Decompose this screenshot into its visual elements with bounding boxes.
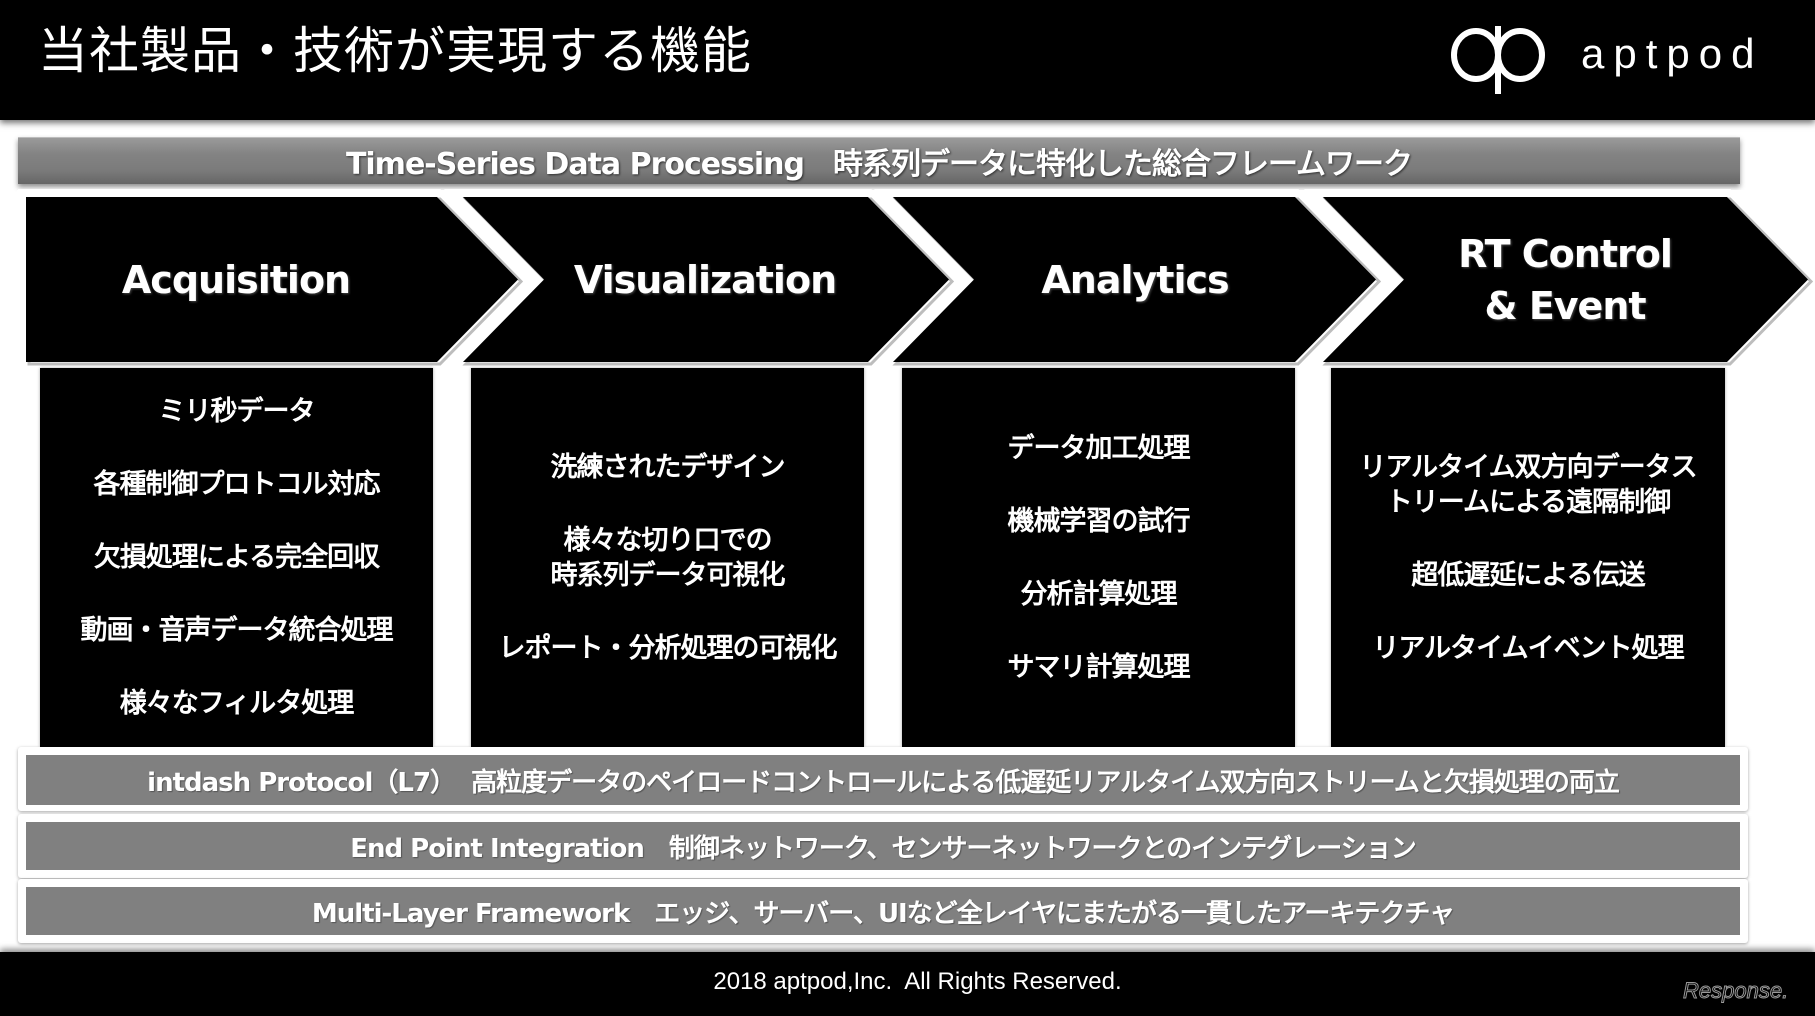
feature-item: 様々なフィルタ処理 bbox=[119, 688, 354, 719]
feature-item: 機械学習の試行 bbox=[1007, 505, 1191, 537]
feature-box-rt-control: リアルタイム双方向データス トリームによる遠隔制御 超低遅延による伝送 リアルタ… bbox=[1331, 368, 1725, 747]
layer-label: End Point Integration 制御ネットワーク、センサーネットワー… bbox=[350, 833, 1417, 864]
feature-item: 分析計算処理 bbox=[1020, 578, 1178, 610]
copyright-text: 2018 aptpod,Inc. All Rights Reserved. bbox=[713, 968, 1122, 995]
layer-bar-multilayer: Multi-Layer Framework エッジ、サーバー、UIなど全レイヤに… bbox=[26, 887, 1740, 935]
feature-box-visualization: 洗練されたデザイン 様々な切り口での 時系列データ可視化 レポート・分析処理の可… bbox=[471, 368, 864, 747]
stage-title-analytics: Analytics bbox=[935, 197, 1335, 362]
response-watermark: Response. bbox=[1682, 978, 1789, 1004]
slide-footer: 2018 aptpod,Inc. All Rights Reserved. Re… bbox=[0, 952, 1815, 1016]
layer-bar-endpoint: End Point Integration 制御ネットワーク、センサーネットワー… bbox=[26, 822, 1740, 870]
feature-item: 様々な切り口での 時系列データ可視化 bbox=[550, 524, 786, 591]
feature-item: レポート・分析処理の可視化 bbox=[498, 632, 838, 664]
feature-item: 動画・音声データ統合処理 bbox=[80, 615, 394, 646]
stage-title-text: Analytics bbox=[1041, 257, 1229, 302]
stage-title-text: Visualization bbox=[573, 257, 837, 302]
layer-bar-protocol: intdash Protocol（L7） 高粒度データのペイロードコントロールに… bbox=[26, 755, 1740, 805]
feature-item: 各種制御プロトコル対応 bbox=[93, 469, 381, 500]
layer-label: intdash Protocol（L7） 高粒度データのペイロードコントロールに… bbox=[147, 767, 1620, 798]
feature-item: リアルタイム双方向データス トリームによる遠隔制御 bbox=[1359, 451, 1697, 518]
stage-title-text: Acquisition bbox=[121, 257, 351, 302]
feature-item: 超低遅延による伝送 bbox=[1411, 559, 1645, 591]
stage-title-rt-control: RT Control & Event bbox=[1365, 197, 1765, 362]
feature-item: リアルタイムイベント処理 bbox=[1372, 632, 1684, 664]
feature-item: 洗練されたデザイン bbox=[550, 451, 786, 483]
stage-title-line: & Event bbox=[1484, 283, 1646, 328]
feature-item: サマリ計算処理 bbox=[1007, 651, 1191, 683]
feature-box-acquisition: ミリ秒データ 各種制御プロトコル対応 欠損処理による完全回収 動画・音声データ統… bbox=[40, 368, 433, 747]
layer-label: Multi-Layer Framework エッジ、サーバー、UIなど全レイヤに… bbox=[311, 898, 1455, 929]
feature-item: データ加工処理 bbox=[1007, 432, 1191, 464]
feature-item: ミリ秒データ bbox=[158, 396, 316, 427]
feature-box-analytics: データ加工処理 機械学習の試行 分析計算処理 サマリ計算処理 bbox=[902, 368, 1295, 747]
stage-title-visualization: Visualization bbox=[505, 197, 905, 362]
stage-title-line: RT Control bbox=[1458, 231, 1673, 276]
stage-title-acquisition: Acquisition bbox=[26, 197, 446, 362]
feature-item: 欠損処理による完全回収 bbox=[93, 542, 380, 573]
